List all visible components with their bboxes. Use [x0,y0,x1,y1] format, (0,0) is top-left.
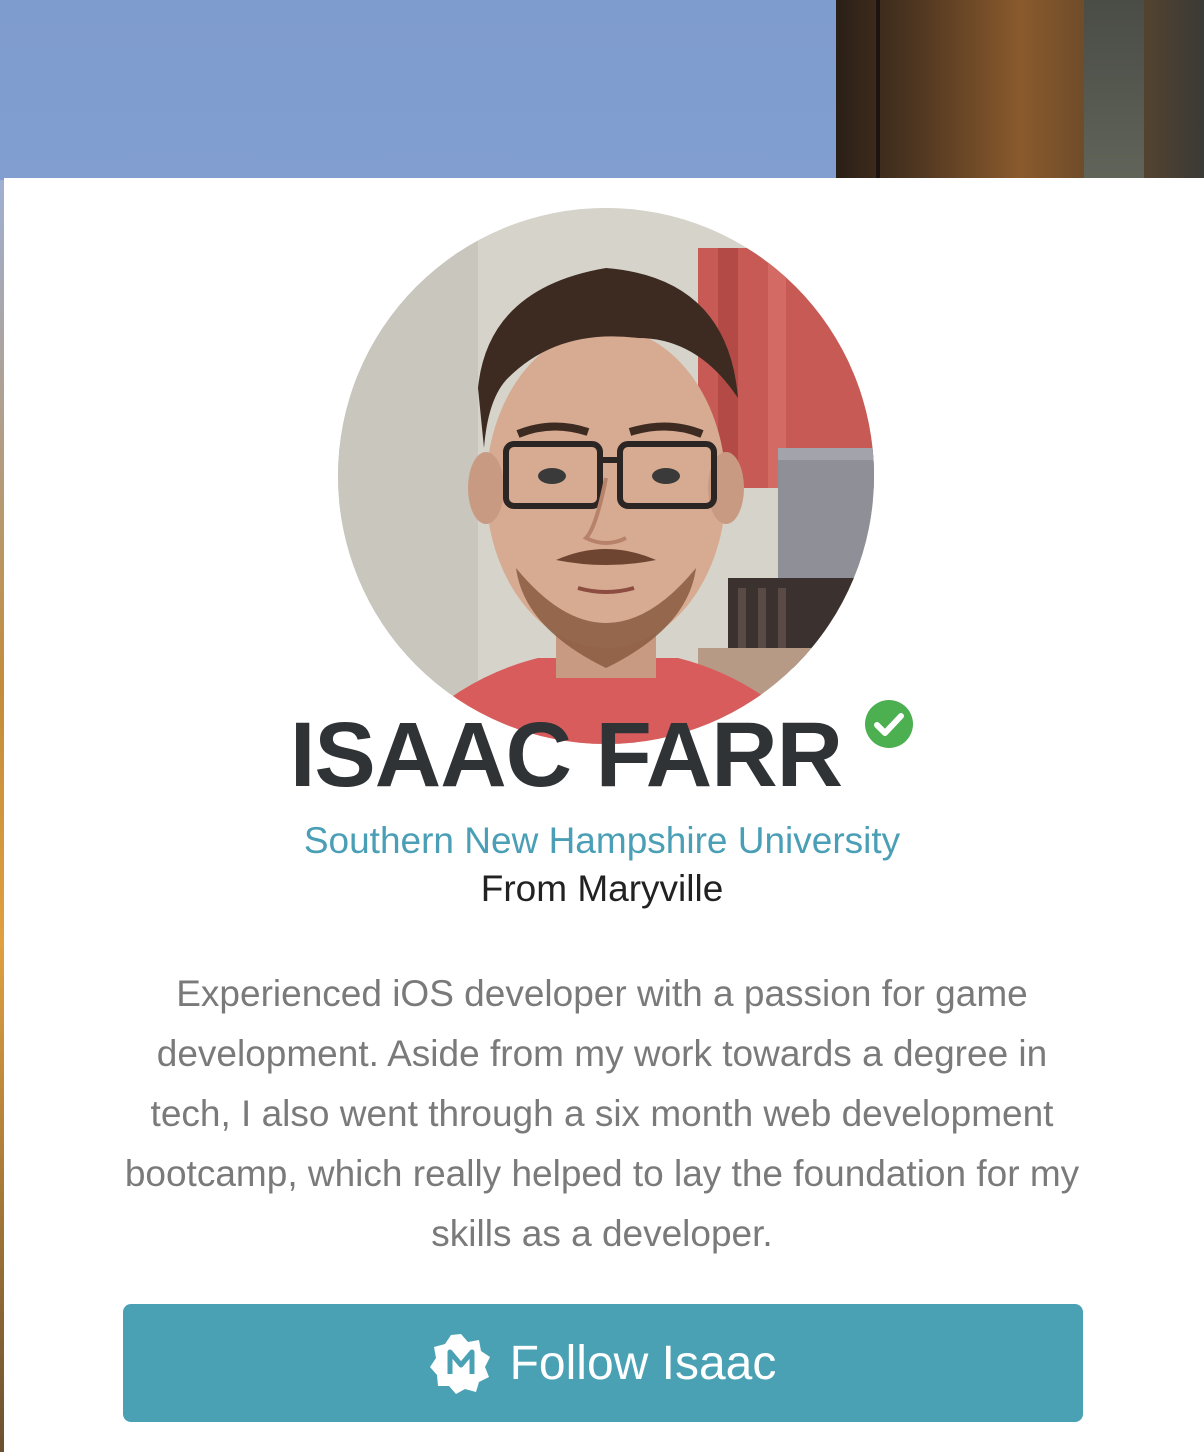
avatar-frame [326,196,886,756]
profile-name: ISAAC FARR [289,704,843,806]
verified-check-icon [864,699,914,749]
follow-button[interactable]: Follow Isaac [123,1304,1083,1422]
hometown-text: From Maryville [480,868,724,909]
avatar-photo [338,208,874,744]
school-link[interactable]: Southern New Hampshire University [0,818,1204,864]
cover-building [836,0,1204,180]
profile-page: ISAAC FARR Southern New Hampshire Univer… [0,0,1204,1452]
follow-button-label: Follow Isaac [509,1336,777,1390]
profile-bio: Experienced iOS developer with a passion… [124,973,1080,1254]
avatar[interactable] [338,208,874,744]
name-row: ISAAC FARR [0,700,1204,810]
m-badge-icon [429,1334,490,1394]
